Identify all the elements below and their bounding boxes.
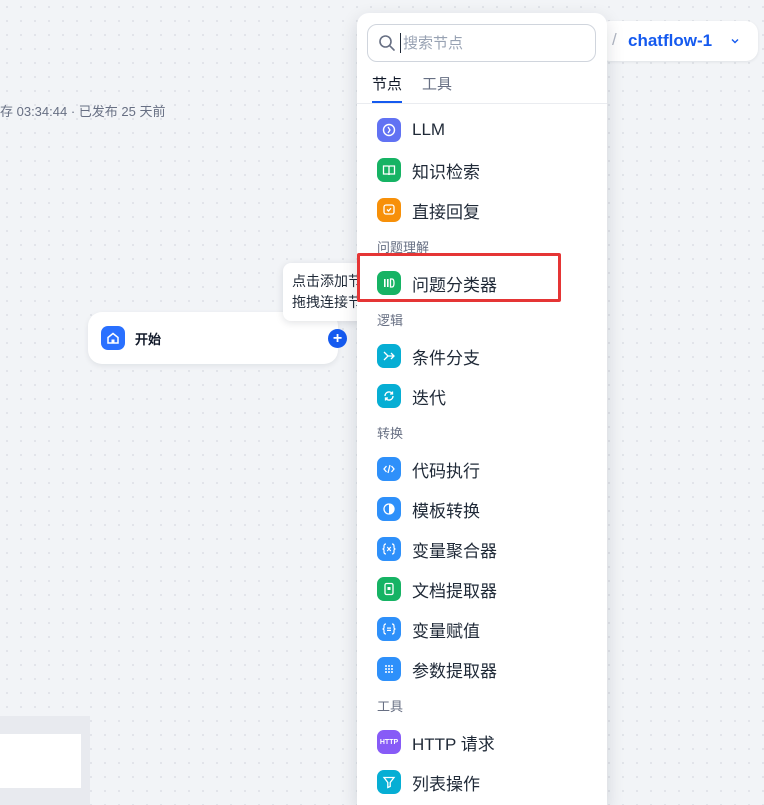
book-icon <box>377 158 401 182</box>
menu-item-label: 代码执行 <box>412 461 480 481</box>
filter-icon <box>377 770 401 794</box>
breadcrumb-separator: / <box>612 30 617 49</box>
app-breadcrumb[interactable]: / chatflow-1 <box>598 21 758 61</box>
grid-icon <box>377 657 401 681</box>
menu-item-label: 迭代 <box>412 388 446 408</box>
node-list: LLM 知识检索直接回复问题理解问题分类器逻辑条件分支迭代转换代码执行模板转换变量… <box>357 110 607 802</box>
search-input[interactable] <box>400 33 595 53</box>
http-icon: HTTP <box>377 730 401 754</box>
tab-nodes[interactable]: 节点 <box>372 73 403 103</box>
http-badge-text: HTTP <box>379 738 399 746</box>
node-picker-dropdown: 节点 工具 LLM 知识检索直接回复问题理解问题分类器逻辑条件分支迭代转换代码执行… <box>357 13 607 805</box>
menu-item-node-7[interactable]: 迭代 <box>357 376 607 416</box>
answer-icon <box>377 198 401 222</box>
menu-item-label: 变量聚合器 <box>412 541 497 561</box>
branch-icon <box>377 344 401 368</box>
template-icon <box>377 497 401 521</box>
app-title[interactable]: chatflow-1 <box>628 31 712 51</box>
chevron-down-icon[interactable] <box>730 36 740 46</box>
minimap-panel <box>0 716 90 805</box>
minimap-viewport[interactable] <box>0 734 81 788</box>
menu-item-label: HTTP 请求 <box>412 734 495 754</box>
menu-item-label: 参数提取器 <box>412 661 497 681</box>
menu-item-node-10[interactable]: 模板转换 <box>357 489 607 529</box>
menu-group-heading: 逻辑 <box>377 313 404 328</box>
save-status: 存 03:34:44 · 已发布 25 天前 <box>0 104 166 119</box>
start-node-label: 开始 <box>135 332 162 347</box>
menu-item-node-4[interactable]: 问题分类器 <box>357 263 607 303</box>
menu-item-label: 模板转换 <box>412 501 480 521</box>
menu-item-node-9[interactable]: 代码执行 <box>357 449 607 489</box>
menu-item-node-14[interactable]: 参数提取器 <box>357 649 607 689</box>
add-node-handle[interactable]: + <box>328 329 347 348</box>
menu-item-llm[interactable]: LLM <box>357 110 607 150</box>
menu-item-label: 变量赋值 <box>412 621 480 641</box>
menu-group-heading: 问题理解 <box>377 240 430 255</box>
menu-item-label: 直接回复 <box>412 202 480 222</box>
menu-item-node-13[interactable]: 变量赋值 <box>357 609 607 649</box>
menu-item-node-17[interactable]: 列表操作 <box>357 762 607 802</box>
menu-item-node-11[interactable]: 变量聚合器 <box>357 529 607 569</box>
llm-icon <box>377 118 401 142</box>
search-box[interactable] <box>367 24 596 62</box>
menu-group-heading: 转换 <box>377 426 404 441</box>
picker-tabs: 节点 工具 <box>372 73 452 103</box>
search-icon <box>379 35 395 51</box>
document-icon <box>377 577 401 601</box>
home-icon <box>101 326 125 350</box>
menu-item-http[interactable]: HTTP HTTP 请求 <box>357 722 607 762</box>
assign-icon <box>377 617 401 641</box>
menu-item-label: LLM <box>412 120 446 139</box>
menu-item-node-2[interactable]: 直接回复 <box>357 190 607 230</box>
menu-item-node-12[interactable]: 文档提取器 <box>357 569 607 609</box>
menu-item-label: 知识检索 <box>412 162 480 182</box>
variable-x-icon <box>377 537 401 561</box>
menu-item-label: 列表操作 <box>412 774 480 794</box>
tab-tools[interactable]: 工具 <box>422 73 452 102</box>
menu-item-node-6[interactable]: 条件分支 <box>357 336 607 376</box>
menu-item-label: 文档提取器 <box>412 581 497 601</box>
menu-item-node-1[interactable]: 知识检索 <box>357 150 607 190</box>
code-icon <box>377 457 401 481</box>
tab-divider <box>357 103 607 104</box>
menu-group-heading: 工具 <box>377 699 404 714</box>
loop-icon <box>377 384 401 408</box>
classifier-icon <box>377 271 401 295</box>
menu-item-label: 条件分支 <box>412 348 480 368</box>
menu-item-label: 问题分类器 <box>412 275 497 295</box>
